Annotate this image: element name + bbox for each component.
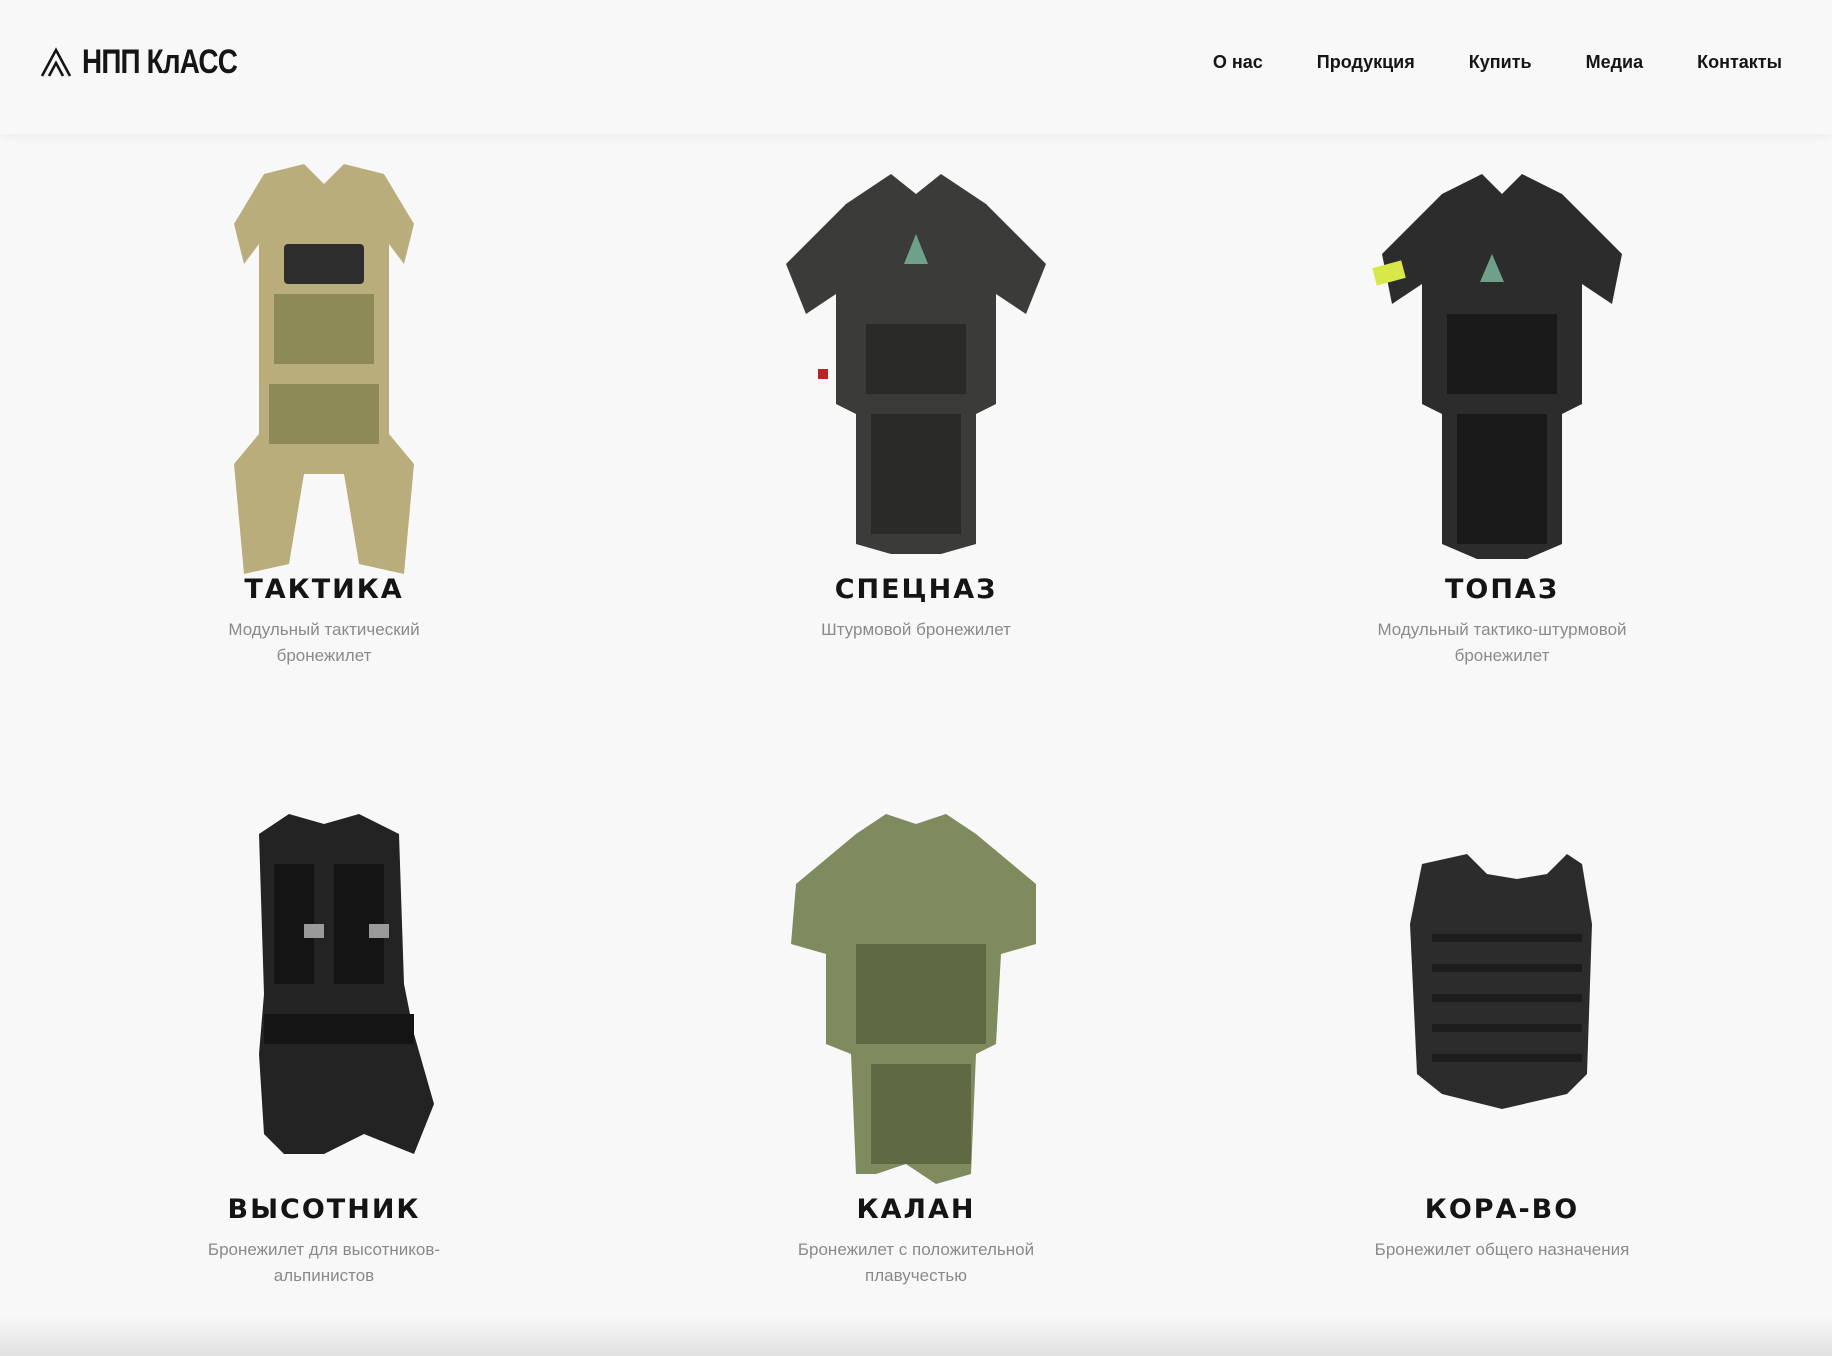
product-image	[114, 754, 534, 1194]
product-card-kora-vo[interactable]: КОРА-ВО Бронежилет общего назначения	[1292, 754, 1712, 1263]
nav-buy[interactable]: Купить	[1469, 52, 1532, 73]
product-card-specnaz[interactable]: СПЕЦНАЗ Штурмовой бронежилет	[706, 134, 1126, 643]
product-description: Модульный тактический бронежилет	[228, 620, 420, 665]
nav-products[interactable]: Продукция	[1317, 52, 1415, 73]
vest-image-icon	[1372, 174, 1622, 559]
product-title: КОРА-ВО	[1424, 1194, 1580, 1225]
product-description: Бронежилет общего назначения	[1374, 1240, 1630, 1259]
vest-image-icon	[234, 164, 414, 574]
product-image	[114, 134, 534, 574]
nav-contacts[interactable]: Контакты	[1697, 52, 1782, 73]
product-card-taktika[interactable]: ТАКТИКА Модульный тактический бронежилет	[114, 134, 534, 669]
vest-image-icon	[259, 814, 434, 1154]
product-title: КАЛАН	[856, 1194, 976, 1225]
vest-image-icon	[1410, 854, 1592, 1109]
product-image	[1292, 134, 1712, 574]
product-image	[706, 134, 1126, 574]
logo[interactable]: НПП КлАСС	[40, 42, 271, 81]
product-description: Бронежилет с положительной плавучестью	[797, 1240, 1035, 1285]
logo-mountain-icon	[40, 47, 72, 77]
nav-media[interactable]: Медиа	[1586, 52, 1644, 73]
bottom-fade	[0, 1316, 1832, 1356]
nav-about[interactable]: О нас	[1213, 52, 1263, 73]
product-card-vysotnik[interactable]: ВЫСОТНИК Бронежилет для высотников-альпи…	[114, 754, 534, 1289]
product-title: ВЫСОТНИК	[227, 1194, 421, 1225]
logo-text: НПП КлАСС	[82, 42, 238, 81]
product-image	[1292, 754, 1712, 1194]
product-title: ТОПАЗ	[1444, 574, 1560, 605]
vest-image-icon	[791, 814, 1036, 1184]
product-title: ТАКТИКА	[244, 574, 404, 605]
vest-image-icon	[786, 174, 1046, 554]
product-description: Модульный тактико-штурмовой бронежилет	[1377, 620, 1627, 665]
product-image	[706, 754, 1126, 1194]
product-card-topaz[interactable]: ТОПАЗ Модульный тактико-штурмовой бронеж…	[1292, 134, 1712, 669]
product-description: Бронежилет для высотников-альпинистов	[207, 1240, 441, 1285]
site-header: НПП КлАСС О нас Продукция Купить Медиа К…	[0, 0, 1832, 134]
product-title: СПЕЦНАЗ	[834, 574, 998, 605]
product-card-kalan[interactable]: КАЛАН Бронежилет с положительной плавуче…	[706, 754, 1126, 1289]
vest-shape	[234, 164, 414, 574]
main-nav: О нас Продукция Купить Медиа Контакты	[1213, 52, 1782, 73]
product-description: Штурмовой бронежилет	[821, 620, 1011, 639]
